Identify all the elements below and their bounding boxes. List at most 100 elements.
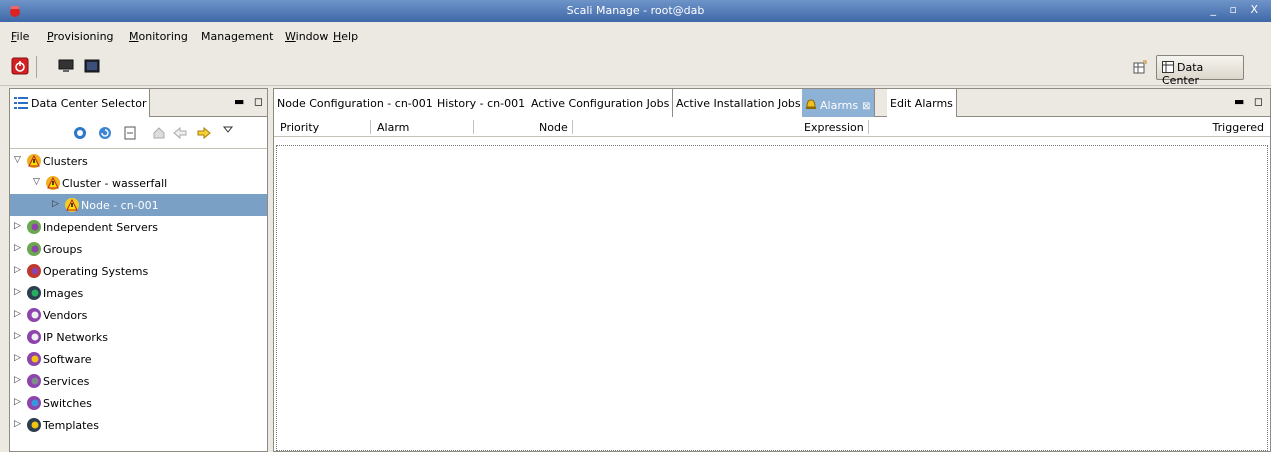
column-node[interactable]: Node bbox=[539, 121, 568, 134]
tree-item[interactable]: ▷ Switches bbox=[10, 392, 267, 414]
expand-arrow-icon[interactable]: ▷ bbox=[14, 419, 21, 429]
window-titlebar: Scali Manage - root@dab _ ▫ X bbox=[0, 0, 1271, 22]
vendors-icon bbox=[27, 308, 41, 322]
switches-icon bbox=[27, 396, 41, 410]
monitor-icon[interactable] bbox=[57, 57, 75, 75]
menu-management[interactable]: Management bbox=[201, 30, 273, 43]
expand-arrow-icon[interactable]: ▷ bbox=[14, 309, 21, 319]
tree-item-label: Operating Systems bbox=[43, 265, 149, 278]
column-divider[interactable] bbox=[370, 120, 371, 134]
tree-item[interactable]: ▷ IP Networks bbox=[10, 326, 267, 348]
expand-arrow-icon[interactable]: ▷ bbox=[14, 287, 21, 297]
expand-arrow-icon[interactable]: ▷ bbox=[14, 375, 21, 385]
column-triggered[interactable]: Triggered bbox=[1213, 121, 1264, 134]
tree-item[interactable]: ▷ Operating Systems bbox=[10, 260, 267, 282]
expand-arrow-icon[interactable]: ▷ bbox=[14, 243, 21, 253]
back-arrow-icon[interactable] bbox=[173, 126, 187, 140]
expand-arrow-icon[interactable]: ▷ bbox=[14, 265, 21, 275]
tree-item-label: Switches bbox=[43, 397, 92, 410]
data-center-perspective-button[interactable]: Data Center bbox=[1156, 55, 1244, 87]
expand-arrow-icon[interactable]: ▷ bbox=[14, 353, 21, 363]
data-center-selector-panel: Data Center Selector ▬ ◻ ▽ Clusters ▽ Clust… bbox=[9, 88, 268, 452]
tree-toolbar bbox=[10, 117, 267, 149]
tree-item[interactable]: ▷ Templates bbox=[10, 414, 267, 436]
shutdown-icon[interactable] bbox=[11, 57, 29, 75]
menu-file[interactable]: File bbox=[11, 30, 29, 43]
tree-item-label: Node - cn-001 bbox=[81, 199, 159, 212]
expand-arrow-icon[interactable]: ▷ bbox=[14, 397, 21, 407]
menu-monitoring[interactable]: Monitoring bbox=[129, 30, 188, 43]
tab-active-configuration-jobs[interactable]: Active Configuration Jobs bbox=[528, 89, 674, 117]
open-perspective-icon[interactable] bbox=[1133, 60, 1147, 74]
sync-icon[interactable] bbox=[98, 126, 112, 140]
menu-help[interactable]: Help bbox=[333, 30, 358, 43]
tree-item[interactable]: ▷ Node - cn-001 bbox=[10, 194, 267, 216]
services-icon bbox=[27, 374, 41, 388]
tree-item[interactable]: ▷ Groups bbox=[10, 238, 267, 260]
tree-item[interactable]: ▽ Clusters bbox=[10, 150, 267, 172]
warning-cluster-icon bbox=[27, 154, 41, 168]
column-expression[interactable]: Expression bbox=[804, 121, 864, 134]
tab-history[interactable]: History - cn-001 bbox=[434, 89, 530, 117]
list-icon bbox=[14, 97, 28, 109]
column-divider[interactable] bbox=[473, 120, 474, 134]
tree-item[interactable]: ▷ Vendors bbox=[10, 304, 267, 326]
collapse-arrow-icon[interactable]: ▽ bbox=[14, 155, 21, 165]
tab-alarms[interactable]: Alarms ⊠ bbox=[802, 89, 875, 117]
editor-minimize-maximize[interactable]: ▬ ◻ bbox=[1234, 95, 1266, 108]
tree-item-label: Templates bbox=[43, 419, 99, 432]
left-panel-tabrow: Data Center Selector ▬ ◻ bbox=[10, 89, 267, 117]
tab-edit-alarms[interactable]: Edit Alarms bbox=[887, 89, 957, 117]
tab-active-installation-jobs[interactable]: Active Installation Jobs bbox=[673, 89, 805, 117]
close-tab-icon[interactable]: ⊠ bbox=[862, 101, 870, 112]
tree-item[interactable]: ▷ Independent Servers bbox=[10, 216, 267, 238]
bell-icon bbox=[806, 99, 816, 109]
tree-item-label: Groups bbox=[43, 243, 83, 256]
tree-item[interactable]: ▷ Software bbox=[10, 348, 267, 370]
left-panel-minimize-maximize[interactable]: ▬ ◻ bbox=[234, 95, 266, 108]
alarms-table-header: Priority Alarm Node Expression Triggered bbox=[274, 117, 1270, 137]
toolbar bbox=[0, 48, 1271, 86]
networks-icon bbox=[27, 330, 41, 344]
expand-arrow-icon[interactable]: ▷ bbox=[14, 221, 21, 231]
expand-arrow-icon[interactable]: ▷ bbox=[52, 199, 59, 209]
forward-arrow-icon[interactable] bbox=[197, 126, 211, 140]
tree-item-label: Independent Servers bbox=[43, 221, 159, 234]
column-alarm[interactable]: Alarm bbox=[377, 121, 409, 134]
groups-icon bbox=[27, 242, 41, 256]
servers-icon bbox=[27, 220, 41, 234]
home-icon[interactable] bbox=[152, 126, 166, 140]
tree-item[interactable]: ▷ Images bbox=[10, 282, 267, 304]
tab-data-center-selector[interactable]: Data Center Selector bbox=[10, 89, 150, 117]
view-menu-icon[interactable] bbox=[221, 123, 235, 137]
tab-node-configuration[interactable]: Node Configuration - cn-001 bbox=[274, 89, 437, 117]
menubar: File Provisioning Monitoring Management … bbox=[0, 22, 1271, 48]
column-divider[interactable] bbox=[572, 120, 573, 134]
collapse-arrow-icon[interactable]: ▽ bbox=[33, 177, 40, 187]
os-icon bbox=[27, 264, 41, 278]
tree-item[interactable]: ▷ Services bbox=[10, 370, 267, 392]
warning-cluster-icon bbox=[46, 176, 60, 190]
toolbar-separator bbox=[36, 56, 37, 78]
tree-item-label: Services bbox=[43, 375, 90, 388]
console-icon[interactable] bbox=[83, 57, 101, 75]
menu-window[interactable]: Window bbox=[285, 30, 328, 43]
table-icon bbox=[1162, 61, 1174, 73]
refresh-icon[interactable] bbox=[73, 126, 87, 140]
tree-item-label: Software bbox=[43, 353, 92, 366]
window-controls[interactable]: _ ▫ X bbox=[1211, 3, 1263, 16]
column-priority[interactable]: Priority bbox=[280, 121, 319, 134]
tree-item-label: Clusters bbox=[43, 155, 88, 168]
menu-provisioning[interactable]: Provisioning bbox=[47, 30, 114, 43]
alarms-table-body[interactable] bbox=[276, 145, 1268, 451]
window-title: Scali Manage - root@dab bbox=[566, 4, 705, 17]
editor-panel: Node Configuration - cn-001 History - cn… bbox=[273, 88, 1271, 452]
collapse-all-icon[interactable] bbox=[123, 126, 137, 140]
images-icon bbox=[27, 286, 41, 300]
column-divider[interactable] bbox=[868, 120, 869, 134]
expand-arrow-icon[interactable]: ▷ bbox=[14, 331, 21, 341]
tree-item[interactable]: ▽ Cluster - wasserfall bbox=[10, 172, 267, 194]
templates-icon bbox=[27, 418, 41, 432]
tree-item-label: Vendors bbox=[43, 309, 88, 322]
warning-node-icon bbox=[65, 198, 79, 212]
